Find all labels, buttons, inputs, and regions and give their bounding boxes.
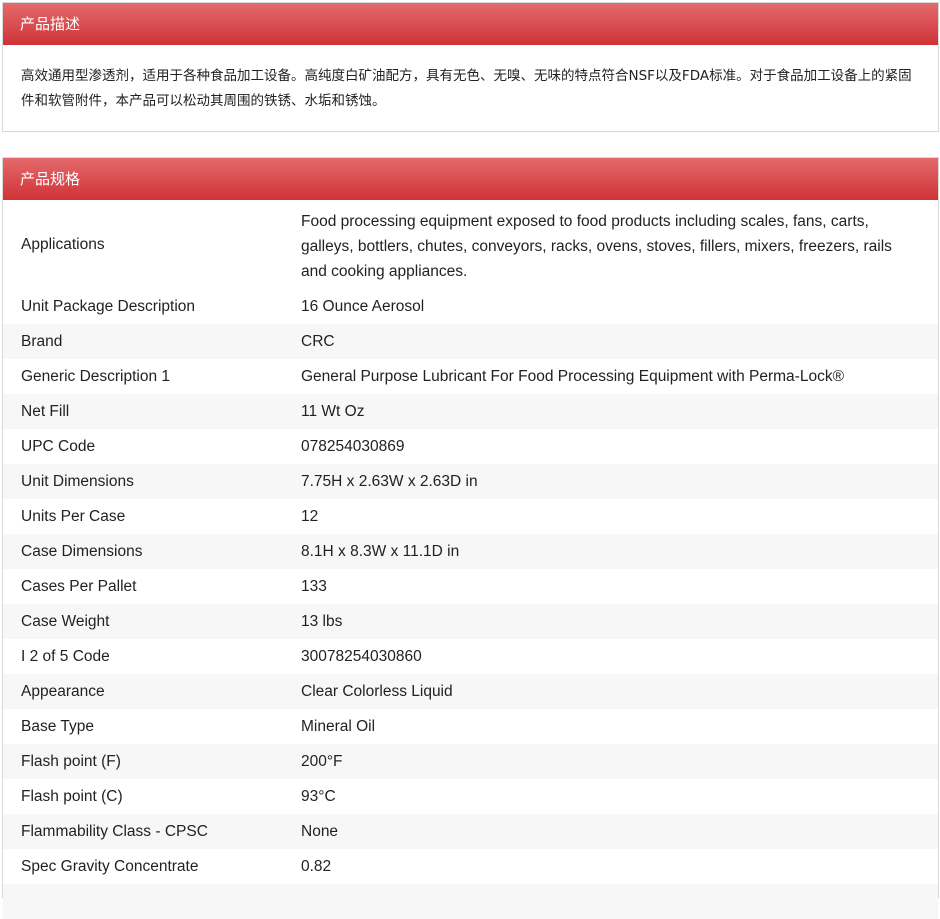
spec-row: Cases Per Pallet 133 bbox=[3, 569, 938, 604]
spec-value: 7.75H x 2.63W x 2.63D in bbox=[301, 464, 938, 499]
spec-value: 11 Wt Oz bbox=[301, 394, 938, 429]
spec-value: None bbox=[301, 814, 938, 849]
spec-value: Food processing equipment exposed to foo… bbox=[301, 213, 892, 280]
spec-value: Clear Colorless Liquid bbox=[301, 674, 938, 709]
spec-label: UPC Code bbox=[21, 437, 96, 455]
spec-row: Appearance Clear Colorless Liquid bbox=[3, 674, 938, 709]
spec-label: Net Fill bbox=[3, 394, 301, 429]
spec-value: 078254030869 bbox=[301, 437, 405, 455]
specs-table: Applications Food processing equipment e… bbox=[3, 200, 938, 919]
product-specs-panel: 产品规格 Applications Food processing equipm… bbox=[2, 157, 939, 919]
spec-label: Brand bbox=[3, 324, 301, 359]
spec-value: 0.82 bbox=[301, 857, 332, 875]
spec-value: 133 bbox=[301, 577, 327, 595]
description-header: 产品描述 bbox=[3, 3, 938, 45]
spec-value: 93°C bbox=[301, 787, 336, 805]
spec-row: Case Weight 13 lbs bbox=[3, 604, 938, 639]
spec-label: Cases Per Pallet bbox=[21, 577, 137, 595]
spec-row: Applications Food processing equipment e… bbox=[3, 200, 938, 289]
spec-label: Flash point (F) bbox=[3, 744, 301, 779]
spec-label: Units Per Case bbox=[21, 507, 126, 525]
spec-value: 12 bbox=[301, 507, 319, 525]
spec-label: Unit Dimensions bbox=[3, 464, 301, 499]
spec-label: Applications bbox=[21, 235, 105, 253]
spec-value: 16 Ounce Aerosol bbox=[301, 297, 425, 315]
spec-value: CRC bbox=[301, 324, 938, 359]
spec-row: I 2 of 5 Code 30078254030860 bbox=[3, 639, 938, 674]
spec-value: General Purpose Lubricant For Food Proce… bbox=[301, 367, 844, 385]
spec-row: Flammability Class - CPSC None bbox=[3, 814, 938, 849]
specs-header: 产品规格 bbox=[3, 158, 938, 200]
spec-label: Generic Description 1 bbox=[21, 367, 171, 385]
spec-row: Net Fill 11 Wt Oz bbox=[3, 394, 938, 429]
spec-row: Unit Dimensions 7.75H x 2.63W x 2.63D in bbox=[3, 464, 938, 499]
spec-label: Unit Package Description bbox=[21, 297, 196, 315]
spec-row: Spec Gravity Concentrate 0.82 bbox=[3, 849, 938, 884]
spec-value: Mineral Oil bbox=[301, 717, 376, 735]
spec-label: Spec Gravity Concentrate bbox=[21, 857, 199, 875]
spec-label: Case Dimensions bbox=[3, 534, 301, 569]
spec-row: Case Dimensions 8.1H x 8.3W x 11.1D in bbox=[3, 534, 938, 569]
spec-value: 30078254030860 bbox=[301, 647, 422, 665]
spec-row: Generic Description 1 General Purpose Lu… bbox=[3, 359, 938, 394]
description-text: 高效通用型渗透剂，适用于各种食品加工设备。高纯度白矿油配方，具有无色、无嗅、无味… bbox=[21, 68, 912, 109]
spec-row: Flash point (C) 93°C bbox=[3, 779, 938, 814]
spec-row: UPC Code 078254030869 bbox=[3, 429, 938, 464]
spec-label: I 2 of 5 Code bbox=[21, 647, 110, 665]
spec-value: 200°F bbox=[301, 744, 938, 779]
spec-row: Unit Package Description 16 Ounce Aeroso… bbox=[3, 289, 938, 324]
spec-label: Case Weight bbox=[3, 604, 301, 639]
spec-label: Appearance bbox=[3, 674, 301, 709]
spec-row: Units Per Case 12 bbox=[3, 499, 938, 534]
spec-value: 13 lbs bbox=[301, 604, 938, 639]
spec-label: Flash point (C) bbox=[21, 787, 123, 805]
spec-label: Base Type bbox=[21, 717, 94, 735]
spec-row-partial bbox=[3, 884, 938, 919]
spec-value: 8.1H x 8.3W x 11.1D in bbox=[301, 534, 938, 569]
spec-row: Brand CRC bbox=[3, 324, 938, 359]
product-description-panel: 产品描述 高效通用型渗透剂，适用于各种食品加工设备。高纯度白矿油配方，具有无色、… bbox=[2, 2, 939, 132]
spec-label: Flammability Class - CPSC bbox=[3, 814, 301, 849]
spec-row: Base Type Mineral Oil bbox=[3, 709, 938, 744]
spec-row: Flash point (F) 200°F bbox=[3, 744, 938, 779]
